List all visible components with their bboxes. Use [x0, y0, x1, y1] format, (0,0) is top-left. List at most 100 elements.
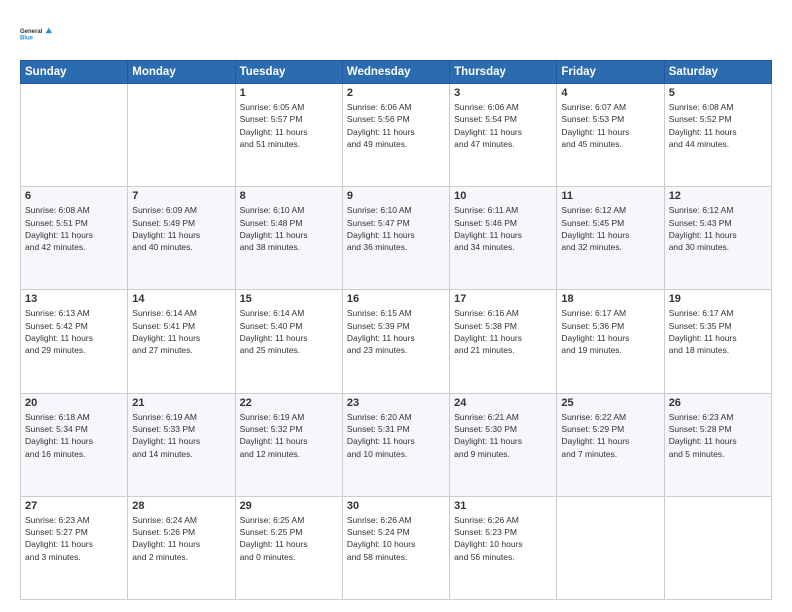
calendar-cell: 16 Sunrise: 6:15 AMSunset: 5:39 PMDayligh…: [342, 290, 449, 393]
day-number: 19: [669, 293, 767, 305]
weekday-header: Saturday: [664, 61, 771, 84]
day-info: Sunrise: 6:14 AMSunset: 5:41 PMDaylight:…: [132, 307, 230, 356]
day-info: Sunrise: 6:08 AMSunset: 5:51 PMDaylight:…: [25, 204, 123, 253]
day-info: Sunrise: 6:05 AMSunset: 5:57 PMDaylight:…: [240, 101, 338, 150]
day-info: Sunrise: 6:25 AMSunset: 5:25 PMDaylight:…: [240, 514, 338, 563]
day-info: Sunrise: 6:19 AMSunset: 5:33 PMDaylight:…: [132, 411, 230, 460]
logo-icon: General Blue: [20, 18, 52, 50]
day-number: 2: [347, 87, 445, 99]
calendar-cell: [21, 84, 128, 187]
day-number: 1: [240, 87, 338, 99]
day-info: Sunrise: 6:17 AMSunset: 5:35 PMDaylight:…: [669, 307, 767, 356]
calendar-cell: 29 Sunrise: 6:25 AMSunset: 5:25 PMDayligh…: [235, 496, 342, 599]
calendar-week-row: 13Sunrise: 6:13 AMSunset: 5:42 PMDayligh…: [21, 290, 772, 393]
day-number: 3: [454, 87, 552, 99]
calendar-cell: 11 Sunrise: 6:12 AMSunset: 5:45 PMDayligh…: [557, 187, 664, 290]
day-number: 13: [25, 293, 123, 305]
day-number: 28: [132, 500, 230, 512]
weekday-header: Friday: [557, 61, 664, 84]
calendar-cell: 10 Sunrise: 6:11 AMSunset: 5:46 PMDayligh…: [450, 187, 557, 290]
calendar-week-row: 20 Sunrise: 6:18 AMSunset: 5:34 PMDayligh…: [21, 393, 772, 496]
day-info: Sunrise: 6:11 AMSunset: 5:46 PMDaylight:…: [454, 204, 552, 253]
calendar-week-row: 27 Sunrise: 6:23 AMSunset: 5:27 PMDayligh…: [21, 496, 772, 599]
calendar-cell: 26Sunrise: 6:23 AMSunset: 5:28 PMDayligh…: [664, 393, 771, 496]
calendar-cell: 14 Sunrise: 6:14 AMSunset: 5:41 PMDayligh…: [128, 290, 235, 393]
day-info: Sunrise: 6:19 AMSunset: 5:32 PMDaylight:…: [240, 411, 338, 460]
weekday-header: Thursday: [450, 61, 557, 84]
day-number: 22: [240, 397, 338, 409]
calendar-cell: 28 Sunrise: 6:24 AMSunset: 5:26 PMDayligh…: [128, 496, 235, 599]
calendar-cell: 31 Sunrise: 6:26 AMSunset: 5:23 PMDayligh…: [450, 496, 557, 599]
calendar-cell: 24Sunrise: 6:21 AMSunset: 5:30 PMDayligh…: [450, 393, 557, 496]
weekday-header: Tuesday: [235, 61, 342, 84]
calendar-cell: 1 Sunrise: 6:05 AMSunset: 5:57 PMDaylight…: [235, 84, 342, 187]
day-number: 17: [454, 293, 552, 305]
calendar-cell: 3 Sunrise: 6:06 AMSunset: 5:54 PMDaylight…: [450, 84, 557, 187]
day-info: Sunrise: 6:24 AMSunset: 5:26 PMDaylight:…: [132, 514, 230, 563]
calendar-cell: 20 Sunrise: 6:18 AMSunset: 5:34 PMDayligh…: [21, 393, 128, 496]
calendar-cell: 30 Sunrise: 6:26 AMSunset: 5:24 PMDayligh…: [342, 496, 449, 599]
day-number: 30: [347, 500, 445, 512]
day-number: 16: [347, 293, 445, 305]
day-info: Sunrise: 6:18 AMSunset: 5:34 PMDaylight:…: [25, 411, 123, 460]
day-info: Sunrise: 6:08 AMSunset: 5:52 PMDaylight:…: [669, 101, 767, 150]
calendar-cell: 8 Sunrise: 6:10 AMSunset: 5:48 PMDaylight…: [235, 187, 342, 290]
calendar-cell: 25 Sunrise: 6:22 AMSunset: 5:29 PMDayligh…: [557, 393, 664, 496]
day-number: 29: [240, 500, 338, 512]
weekday-header: Monday: [128, 61, 235, 84]
day-number: 23: [347, 397, 445, 409]
day-info: Sunrise: 6:22 AMSunset: 5:29 PMDaylight:…: [561, 411, 659, 460]
calendar-cell: 22 Sunrise: 6:19 AMSunset: 5:32 PMDayligh…: [235, 393, 342, 496]
day-number: 20: [25, 397, 123, 409]
calendar-cell: 17Sunrise: 6:16 AMSunset: 5:38 PMDayligh…: [450, 290, 557, 393]
calendar-cell: 4Sunrise: 6:07 AMSunset: 5:53 PMDaylight…: [557, 84, 664, 187]
day-info: Sunrise: 6:15 AMSunset: 5:39 PMDaylight:…: [347, 307, 445, 356]
day-number: 10: [454, 190, 552, 202]
calendar-cell: 13Sunrise: 6:13 AMSunset: 5:42 PMDayligh…: [21, 290, 128, 393]
calendar-cell: 12 Sunrise: 6:12 AMSunset: 5:43 PMDayligh…: [664, 187, 771, 290]
day-info: Sunrise: 6:17 AMSunset: 5:36 PMDaylight:…: [561, 307, 659, 356]
calendar-cell: 23Sunrise: 6:20 AMSunset: 5:31 PMDayligh…: [342, 393, 449, 496]
day-number: 14: [132, 293, 230, 305]
calendar-cell: 27 Sunrise: 6:23 AMSunset: 5:27 PMDayligh…: [21, 496, 128, 599]
calendar-cell: 19 Sunrise: 6:17 AMSunset: 5:35 PMDayligh…: [664, 290, 771, 393]
calendar-cell: [128, 84, 235, 187]
day-info: Sunrise: 6:26 AMSunset: 5:23 PMDaylight:…: [454, 514, 552, 563]
calendar-week-row: 1 Sunrise: 6:05 AMSunset: 5:57 PMDaylight…: [21, 84, 772, 187]
calendar-table: SundayMondayTuesdayWednesdayThursdayFrid…: [20, 60, 772, 600]
weekday-header: Sunday: [21, 61, 128, 84]
day-number: 24: [454, 397, 552, 409]
day-number: 11: [561, 190, 659, 202]
svg-text:Blue: Blue: [20, 36, 34, 42]
day-number: 21: [132, 397, 230, 409]
day-info: Sunrise: 6:10 AMSunset: 5:47 PMDaylight:…: [347, 204, 445, 253]
day-info: Sunrise: 6:10 AMSunset: 5:48 PMDaylight:…: [240, 204, 338, 253]
day-info: Sunrise: 6:14 AMSunset: 5:40 PMDaylight:…: [240, 307, 338, 356]
day-info: Sunrise: 6:12 AMSunset: 5:43 PMDaylight:…: [669, 204, 767, 253]
header: General Blue: [20, 18, 772, 50]
day-number: 25: [561, 397, 659, 409]
svg-text:General: General: [20, 29, 43, 35]
calendar-cell: [664, 496, 771, 599]
calendar-cell: 2 Sunrise: 6:06 AMSunset: 5:56 PMDaylight…: [342, 84, 449, 187]
day-info: Sunrise: 6:06 AMSunset: 5:56 PMDaylight:…: [347, 101, 445, 150]
day-number: 8: [240, 190, 338, 202]
weekday-header: Wednesday: [342, 61, 449, 84]
calendar-cell: 18 Sunrise: 6:17 AMSunset: 5:36 PMDayligh…: [557, 290, 664, 393]
calendar-cell: 7Sunrise: 6:09 AMSunset: 5:49 PMDaylight…: [128, 187, 235, 290]
day-number: 12: [669, 190, 767, 202]
logo: General Blue: [20, 18, 52, 50]
calendar-cell: 6Sunrise: 6:08 AMSunset: 5:51 PMDaylight…: [21, 187, 128, 290]
calendar-cell: 21 Sunrise: 6:19 AMSunset: 5:33 PMDayligh…: [128, 393, 235, 496]
day-info: Sunrise: 6:06 AMSunset: 5:54 PMDaylight:…: [454, 101, 552, 150]
day-info: Sunrise: 6:23 AMSunset: 5:27 PMDaylight:…: [25, 514, 123, 563]
day-info: Sunrise: 6:09 AMSunset: 5:49 PMDaylight:…: [132, 204, 230, 253]
day-number: 18: [561, 293, 659, 305]
page: General Blue SundayMondayTuesdayWednesda…: [0, 0, 792, 612]
day-number: 27: [25, 500, 123, 512]
day-info: Sunrise: 6:26 AMSunset: 5:24 PMDaylight:…: [347, 514, 445, 563]
day-info: Sunrise: 6:23 AMSunset: 5:28 PMDaylight:…: [669, 411, 767, 460]
day-info: Sunrise: 6:12 AMSunset: 5:45 PMDaylight:…: [561, 204, 659, 253]
day-number: 15: [240, 293, 338, 305]
day-number: 31: [454, 500, 552, 512]
